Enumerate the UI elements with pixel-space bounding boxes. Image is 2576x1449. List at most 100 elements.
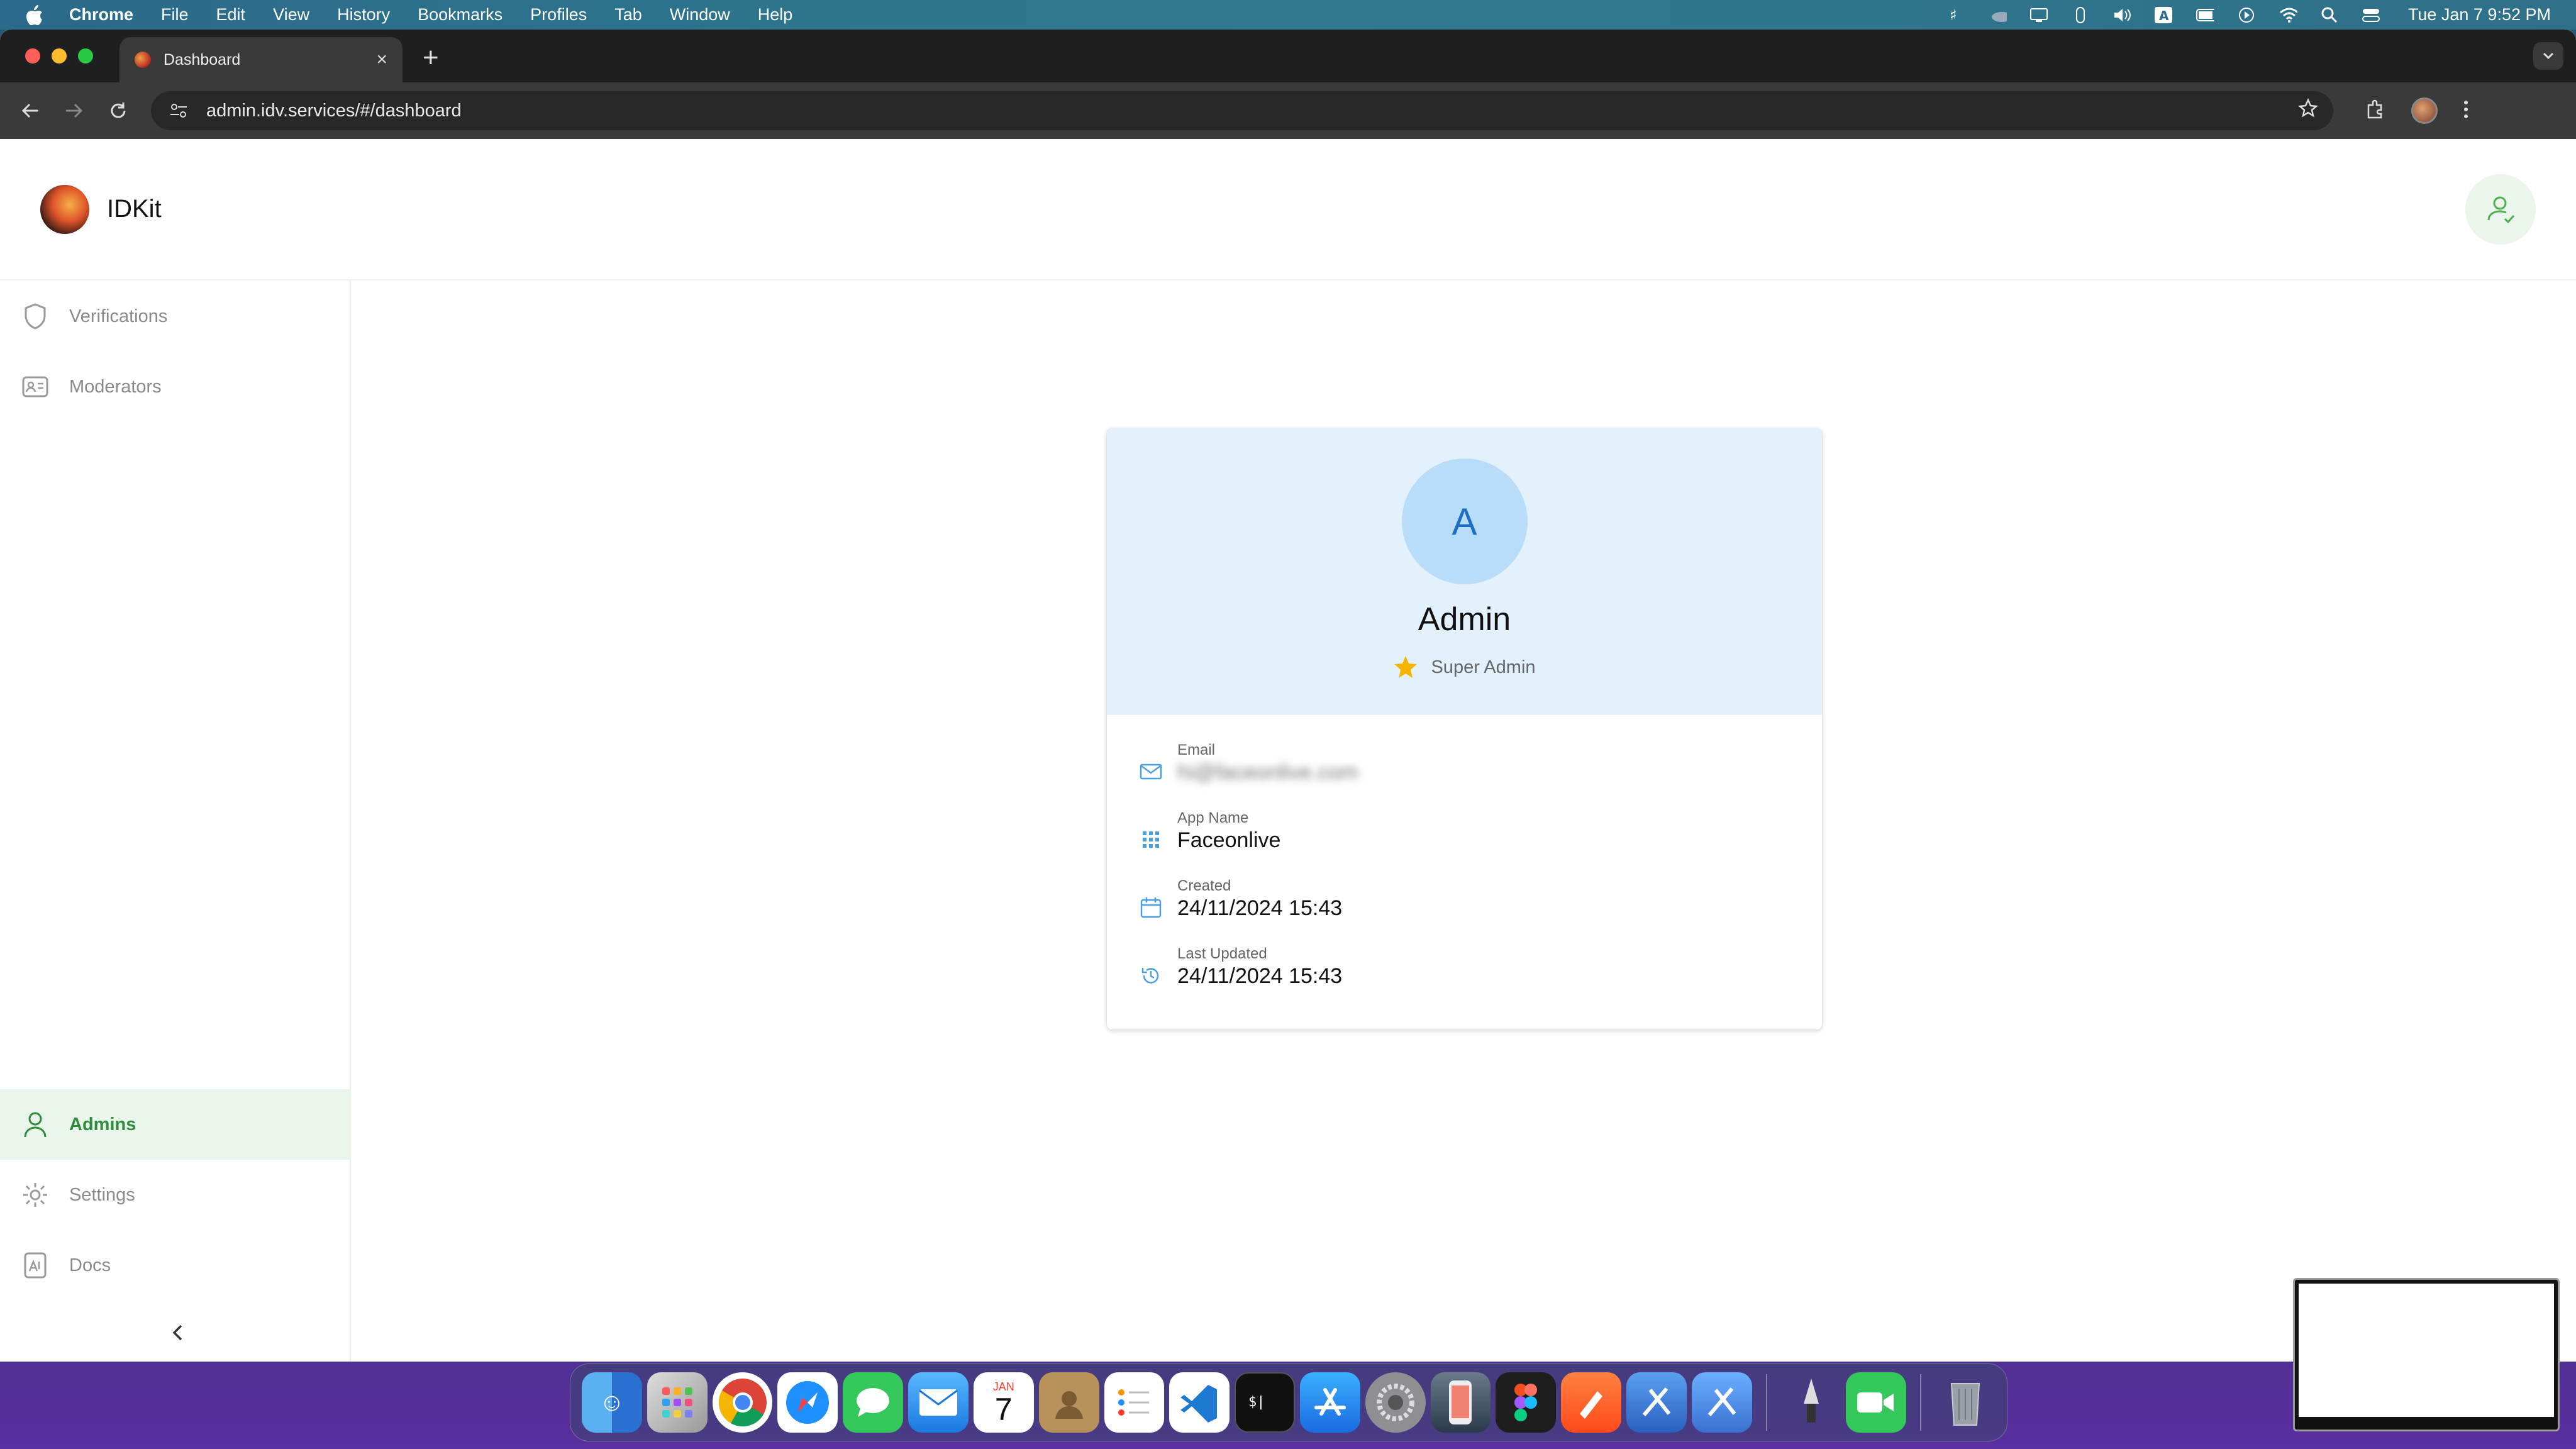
display-icon[interactable] [2029,6,2048,25]
extensions-puzzle-icon[interactable] [2365,99,2386,123]
svg-text:♯: ♯ [1950,6,1957,24]
system-settings-icon[interactable] [1365,1372,1426,1433]
appstore-icon[interactable] [1299,1372,1360,1433]
main-content: A Admin Super Admin Email hi@faceonlive.… [352,281,2576,1362]
apple-icon[interactable] [25,4,47,26]
more-menu-icon[interactable] [2463,99,2469,123]
tab-close-icon[interactable]: × [376,49,387,70]
menu-help[interactable]: Help [758,5,793,25]
close-window-button[interactable] [25,48,40,64]
figma-icon[interactable] [1496,1372,1557,1433]
role-badge: Super Admin [1393,655,1536,680]
email-row: Email hi@faceonlive.com [1138,741,1358,785]
svg-text:A: A [2159,8,2169,23]
menu-tab[interactable]: Tab [614,5,642,25]
sidebar-item-label: Verifications [69,306,168,326]
site-settings-icon[interactable] [166,98,191,123]
shield-icon [20,301,50,331]
trash-icon[interactable] [1935,1372,1996,1433]
thumbnail-preview [2299,1284,2554,1417]
finder-icon[interactable]: ☺ [582,1372,642,1433]
role-label: Super Admin [1431,657,1536,677]
sidebar-item-moderators[interactable]: Moderators [0,352,351,422]
tab-dashboard[interactable]: Dashboard × [119,37,402,82]
contacts-icon[interactable] [1038,1372,1099,1433]
screenshot-thumbnail[interactable] [2293,1278,2560,1431]
cloud-icon[interactable] [1988,6,2007,25]
sidebar-item-label: Docs [69,1255,111,1275]
menu-file[interactable]: File [161,5,189,25]
email-value: hi@faceonlive.com [1177,760,1358,784]
reload-icon[interactable] [101,93,136,128]
sidebar-item-settings[interactable]: Settings [0,1160,351,1230]
mail-icon [1138,759,1163,784]
pen-tool-icon[interactable] [1561,1372,1621,1433]
reminders-icon[interactable] [1104,1372,1165,1433]
search-icon[interactable] [2320,6,2339,25]
mouse-icon[interactable] [2071,6,2090,25]
person-icon [20,1109,50,1140]
volume-icon[interactable] [2112,6,2131,25]
inkscape-icon[interactable] [1781,1372,1841,1433]
sidebar-item-verifications[interactable]: Verifications [0,281,351,352]
wifi-icon[interactable] [2279,6,2297,25]
created-row: Created 24/11/2024 15:43 [1138,877,1342,921]
vscode-icon[interactable] [1169,1372,1230,1433]
battery-icon[interactable] [2196,6,2214,25]
xcode-beta-icon[interactable] [1691,1372,1752,1433]
account-button[interactable] [2465,174,2536,245]
menu-window[interactable]: Window [670,5,730,25]
terminal-icon[interactable]: $| [1235,1372,1295,1433]
menu-edit[interactable]: Edit [216,5,246,25]
bookmark-star-icon[interactable] [2298,97,2318,123]
menu-clock[interactable]: Tue Jan 7 9:52 PM [2408,5,2551,25]
gear-icon [20,1180,50,1210]
new-tab-icon[interactable]: + [423,42,439,74]
messages-icon[interactable] [843,1372,904,1433]
tab-search-chevron-icon[interactable] [2533,42,2563,70]
menu-bookmarks[interactable]: Bookmarks [418,5,502,25]
apps-grid-icon [1138,827,1163,852]
control-center-icon[interactable] [2362,6,2380,25]
app-name-value: Faceonlive [1177,828,1281,852]
profile-card: A Admin Super Admin Email hi@faceonlive.… [1107,428,1822,1030]
collapse-sidebar-chevron-icon[interactable] [165,1320,190,1345]
sidebar-item-admins[interactable]: Admins [0,1089,351,1160]
dock-separator [1920,1374,1922,1431]
xcode-icon[interactable] [1626,1372,1687,1433]
play-icon[interactable] [2237,6,2256,25]
macos-menu-bar: Chrome File Edit View History Bookmarks … [0,0,2576,30]
profile-avatar[interactable] [2411,97,2438,124]
chrome-icon[interactable] [712,1372,773,1433]
simulator-icon[interactable] [1430,1372,1491,1433]
sidebar-item-docs[interactable]: Docs [0,1230,351,1301]
menu-view[interactable]: View [273,5,309,25]
launchpad-icon[interactable] [647,1372,708,1433]
menu-history[interactable]: History [337,5,390,25]
minimize-window-button[interactable] [52,48,67,64]
hash-icon[interactable]: ♯ [1946,6,1965,25]
address-bar[interactable]: admin.idv.services/#/dashboard [151,91,2333,130]
menu-profiles[interactable]: Profiles [530,5,587,25]
app-root: IDKit Verifications Moderators Admins Se… [0,139,2576,1362]
brand-logo[interactable] [40,184,89,234]
calendar-app-icon[interactable]: JAN 7 [973,1372,1034,1433]
updated-label: Last Updated [1177,945,1267,962]
sidebar: Verifications Moderators Admins Settings… [0,281,351,1362]
document-icon [20,1250,50,1280]
mail-icon[interactable] [908,1372,969,1433]
facetime-icon[interactable] [1846,1372,1907,1433]
forward-arrow-icon[interactable] [57,93,92,128]
back-arrow-icon[interactable] [13,93,48,128]
brand-name[interactable]: IDKit [107,195,162,223]
url-text[interactable]: admin.idv.services/#/dashboard [206,101,462,121]
calendar-icon [1138,895,1163,920]
safari-icon[interactable] [777,1372,838,1433]
history-icon [1138,963,1163,988]
zoom-window-button[interactable] [78,48,93,64]
menu-app-name[interactable]: Chrome [69,5,133,25]
input-source-icon[interactable]: A [2154,6,2173,25]
window-controls [25,48,93,64]
profile-card-header: A Admin Super Admin [1107,428,1822,715]
star-icon [1393,655,1418,680]
